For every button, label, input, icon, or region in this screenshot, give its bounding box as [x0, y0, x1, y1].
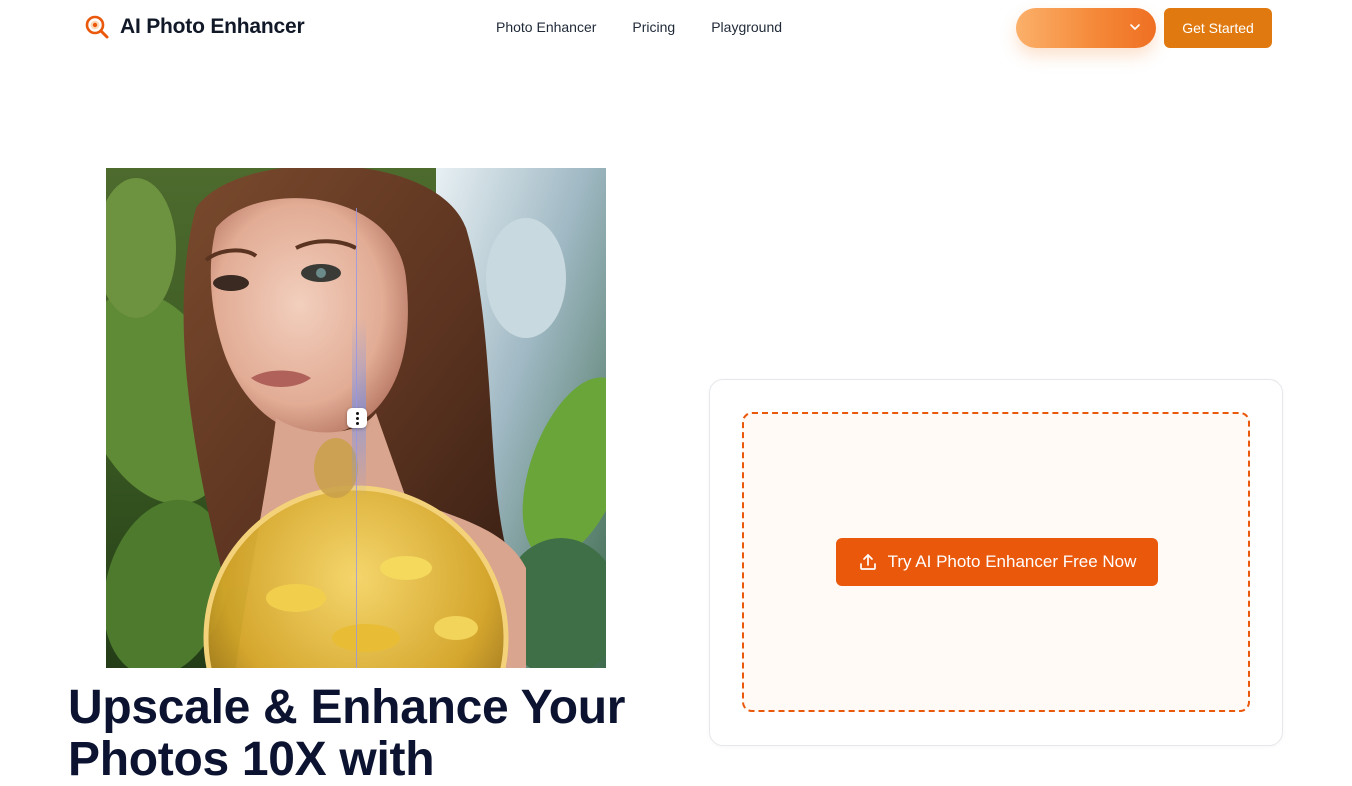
- language-select[interactable]: [1016, 8, 1156, 48]
- upload-dropzone[interactable]: Try AI Photo Enhancer Free Now: [742, 412, 1250, 712]
- magnifier-logo-icon: [85, 15, 109, 39]
- upload-icon: [859, 554, 876, 570]
- before-after-image[interactable]: [106, 168, 606, 668]
- hero-headline: Upscale & Enhance Your Photos 10X with: [68, 681, 626, 786]
- try-free-label: Try AI Photo Enhancer Free Now: [887, 552, 1137, 571]
- nav-photo-enhancer[interactable]: Photo Enhancer: [496, 19, 596, 35]
- nav-playground[interactable]: Playground: [711, 19, 782, 35]
- more-vertical-icon[interactable]: [347, 408, 367, 428]
- nav-pricing[interactable]: Pricing: [632, 19, 675, 35]
- try-free-button[interactable]: Try AI Photo Enhancer Free Now: [836, 538, 1158, 586]
- get-started-button[interactable]: Get Started: [1164, 8, 1272, 48]
- main-nav: Photo Enhancer Pricing Playground: [496, 19, 782, 35]
- brand-name: AI Photo Enhancer: [120, 15, 305, 38]
- compare-divider[interactable]: [356, 208, 357, 668]
- brand[interactable]: AI Photo Enhancer: [84, 14, 305, 40]
- upload-card: Try AI Photo Enhancer Free Now: [709, 379, 1283, 746]
- chevron-down-icon: [1130, 24, 1140, 30]
- site-header: AI Photo Enhancer Photo Enhancer Pricing…: [0, 0, 1352, 56]
